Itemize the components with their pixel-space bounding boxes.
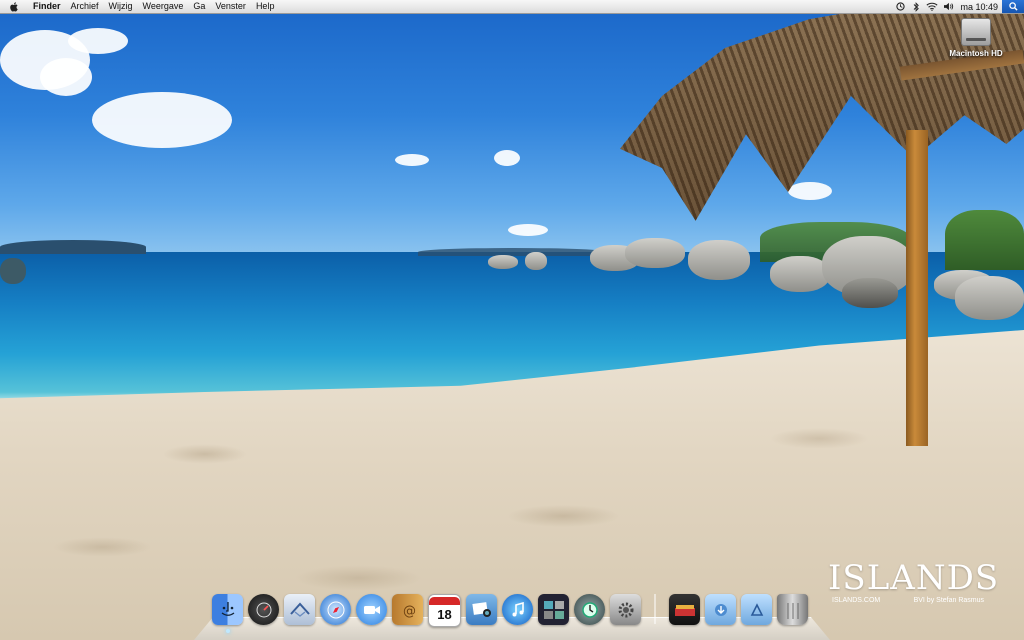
iphoto-icon[interactable]	[466, 594, 497, 625]
desktop-icon-label: Macintosh HD	[949, 49, 1003, 58]
hard-drive-icon[interactable]	[961, 18, 991, 46]
dock-separator	[654, 594, 656, 624]
spotlight-icon[interactable]	[1002, 0, 1024, 13]
address-book-icon[interactable]: @	[392, 594, 423, 625]
desktop-icon-macintosh-hd[interactable]: Macintosh HD	[944, 18, 1008, 58]
dock-items: @ 18	[212, 594, 808, 633]
running-indicator	[225, 629, 230, 633]
menu-bar: Finder Archief Wijzig Weergave Ga Venste…	[0, 0, 1024, 14]
time-machine-icon[interactable]	[892, 0, 908, 13]
system-preferences-icon[interactable]	[610, 594, 641, 625]
documents-stack-icon[interactable]	[669, 594, 700, 625]
dashboard-icon[interactable]	[248, 594, 279, 625]
watermark-site: ISLANDS.COM	[832, 597, 881, 604]
cloud	[40, 58, 92, 96]
itunes-icon[interactable]	[502, 594, 533, 625]
rock	[625, 238, 685, 268]
menu-venster[interactable]: Venster	[210, 0, 251, 13]
mail-icon[interactable]	[284, 594, 315, 625]
cloud	[494, 150, 520, 166]
cloud	[788, 182, 832, 200]
trash-icon[interactable]	[777, 594, 808, 625]
finder-icon[interactable]	[212, 594, 243, 633]
apple-icon[interactable]	[0, 0, 28, 13]
rock	[688, 240, 750, 280]
rock	[842, 278, 898, 308]
menu-archief[interactable]: Archief	[66, 0, 104, 13]
island	[418, 248, 608, 256]
bluetooth-icon[interactable]	[908, 0, 924, 13]
ichat-icon[interactable]	[356, 594, 387, 625]
rock	[770, 256, 830, 292]
cloud	[508, 224, 548, 236]
rock	[525, 252, 547, 270]
menu-finder[interactable]: Finder	[28, 0, 66, 13]
applications-stack-icon[interactable]	[741, 594, 772, 625]
cloud	[68, 28, 128, 54]
menu-weergave[interactable]: Weergave	[138, 0, 189, 13]
dock: @ 18	[194, 592, 830, 640]
island	[0, 240, 146, 254]
wifi-icon[interactable]	[924, 0, 940, 13]
downloads-stack-icon[interactable]	[705, 594, 736, 625]
watermark-credit: BVI by Stefan Rasmus	[913, 597, 984, 604]
rock	[955, 276, 1024, 320]
ical-icon[interactable]: 18	[428, 594, 461, 627]
ical-date: 18	[437, 606, 452, 622]
cloud	[92, 92, 232, 148]
menu-help[interactable]: Help	[251, 0, 280, 13]
desktop-wallpaper: ISLANDS ISLANDS.COM BVI by Stefan Rasmus	[0, 0, 1024, 640]
menu-clock[interactable]: ma 10:49	[956, 2, 1002, 12]
time-machine-icon[interactable]	[574, 594, 605, 625]
rock	[488, 255, 518, 269]
menu-ga[interactable]: Ga	[188, 0, 210, 13]
volume-icon[interactable]	[940, 0, 956, 13]
menu-wijzig[interactable]: Wijzig	[104, 0, 138, 13]
cloud	[395, 154, 429, 166]
rock	[0, 258, 26, 284]
watermark-title: ISLANDS	[828, 558, 1000, 598]
wallpaper-watermark: ISLANDS ISLANDS.COM BVI by Stefan Rasmus	[828, 558, 1000, 604]
status-area: ma 10:49	[892, 0, 1024, 13]
safari-icon[interactable]	[320, 594, 351, 625]
svg-text:@: @	[403, 604, 416, 618]
greenery	[945, 210, 1024, 270]
spaces-icon[interactable]	[538, 594, 569, 625]
umbrella-post	[906, 130, 928, 446]
